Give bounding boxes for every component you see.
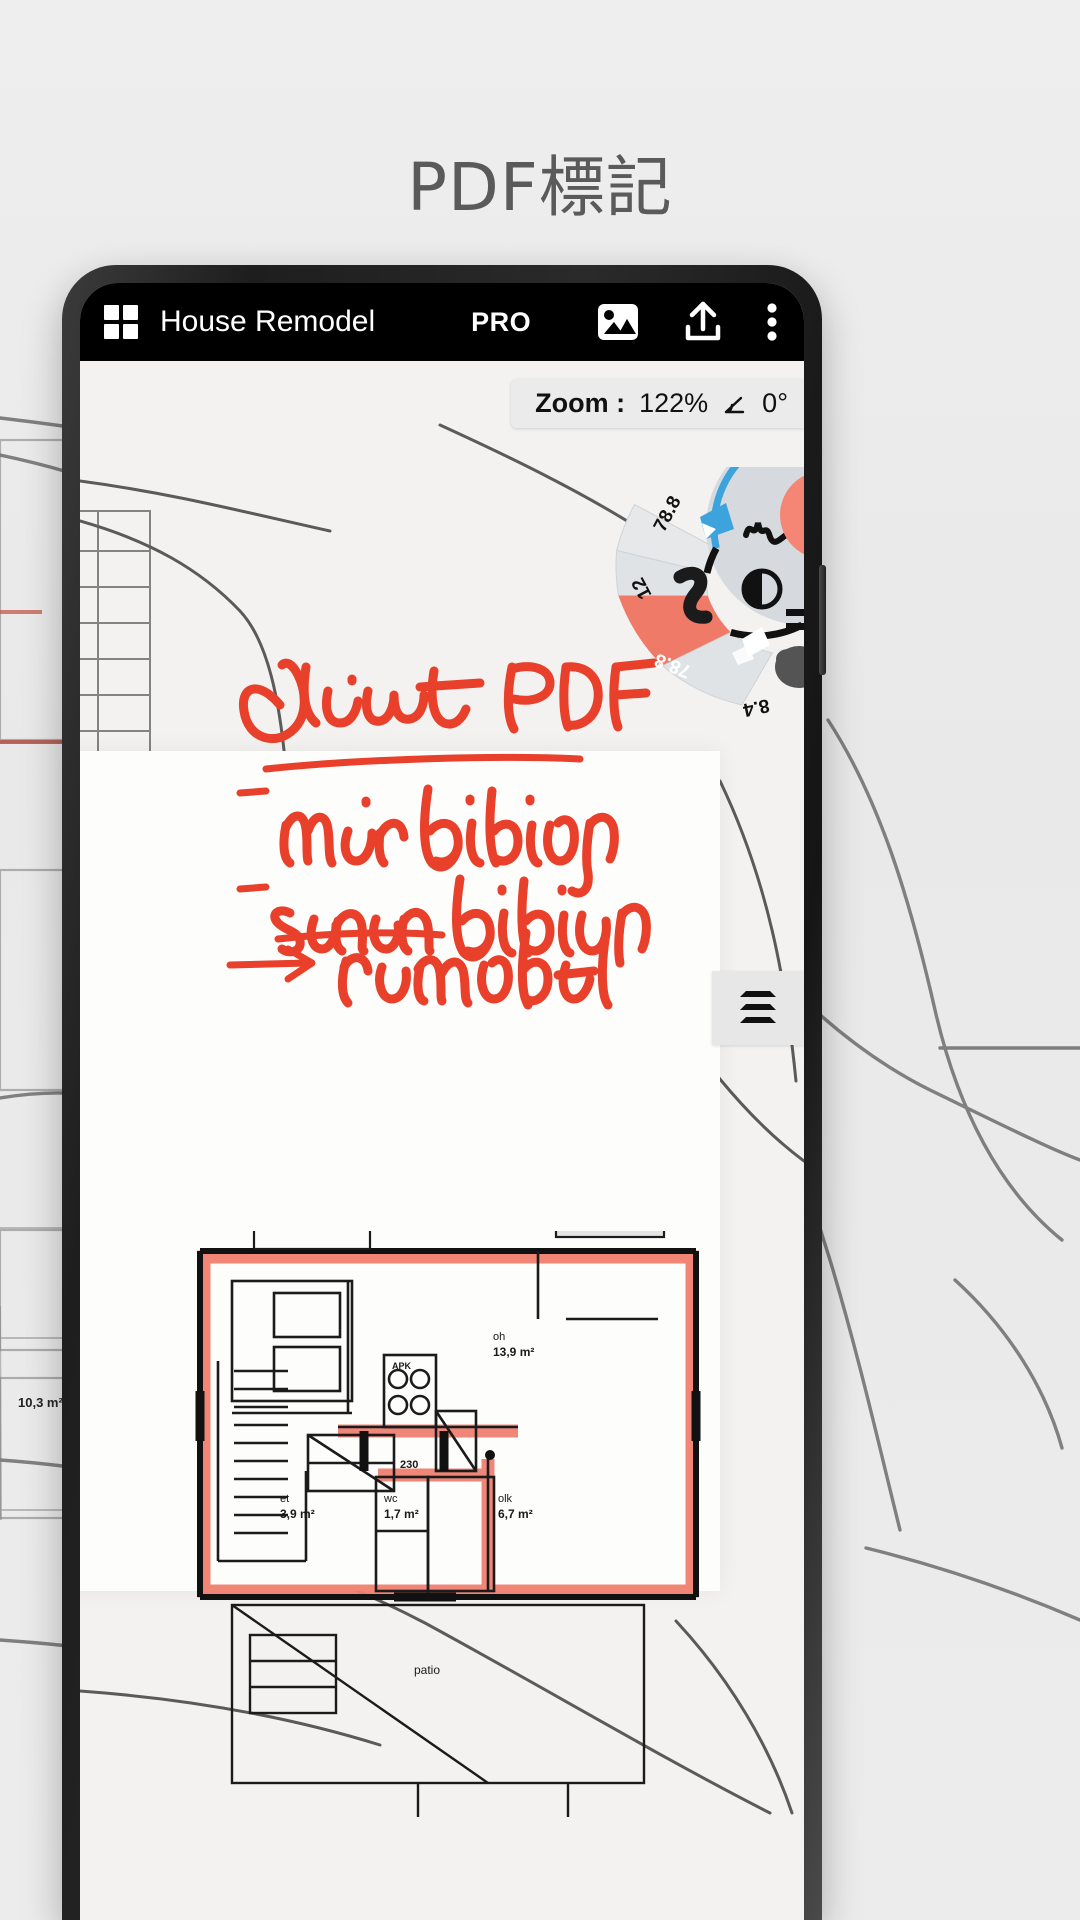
- layers-icon: [740, 991, 776, 1023]
- more-vertical-icon[interactable]: [766, 301, 778, 343]
- phone-screen: oh 13,9 m² et 3,9 m² wc 1,7 m² olk 6,7 m…: [80, 283, 804, 1920]
- background-area-label: 10,3 m²: [18, 1395, 63, 1410]
- room-label-et: et 3,9 m²: [280, 1493, 315, 1521]
- page-title: PDF標記: [407, 149, 673, 226]
- phone-mockup: oh 13,9 m² et 3,9 m² wc 1,7 m² olk 6,7 m…: [62, 265, 826, 1920]
- zoom-indicator[interactable]: Zoom : 122% 0°: [511, 379, 804, 428]
- room-label-wc: wc 1,7 m²: [384, 1493, 419, 1521]
- floorplan-svg: [195, 1191, 701, 1817]
- room-label-patio: patio: [414, 1663, 441, 1677]
- floorplan-drawing: oh 13,9 m² et 3,9 m² wc 1,7 m² olk 6,7 m…: [188, 1191, 708, 1871]
- phone-side-button: [819, 565, 826, 675]
- layers-button[interactable]: [712, 971, 804, 1045]
- appliance-note-apk: APK: [392, 1361, 412, 1371]
- app-bar: House Remodel PRO: [80, 283, 804, 361]
- image-icon[interactable]: [596, 302, 640, 342]
- room-label-olk: olk 6,7 m²: [498, 1493, 533, 1521]
- gray-smudge-icon: [775, 646, 804, 688]
- app-title: House Remodel: [160, 305, 376, 338]
- zoom-label: Zoom :: [535, 388, 626, 418]
- radial-tool-palette[interactable]: 78.8 12 78.8 8.4: [556, 467, 804, 767]
- room-label-oh: oh 13,9 m²: [493, 1331, 535, 1359]
- angle-icon: [724, 396, 745, 413]
- angle-value: 0°: [762, 388, 788, 418]
- pro-badge: PRO: [471, 306, 532, 337]
- dimension-note-230: 230: [400, 1459, 419, 1471]
- pdf-canvas[interactable]: oh 13,9 m² et 3,9 m² wc 1,7 m² olk 6,7 m…: [80, 361, 804, 1920]
- upload-icon[interactable]: [682, 301, 724, 343]
- grid-icon[interactable]: [104, 305, 138, 339]
- zoom-value: 122%: [639, 388, 709, 418]
